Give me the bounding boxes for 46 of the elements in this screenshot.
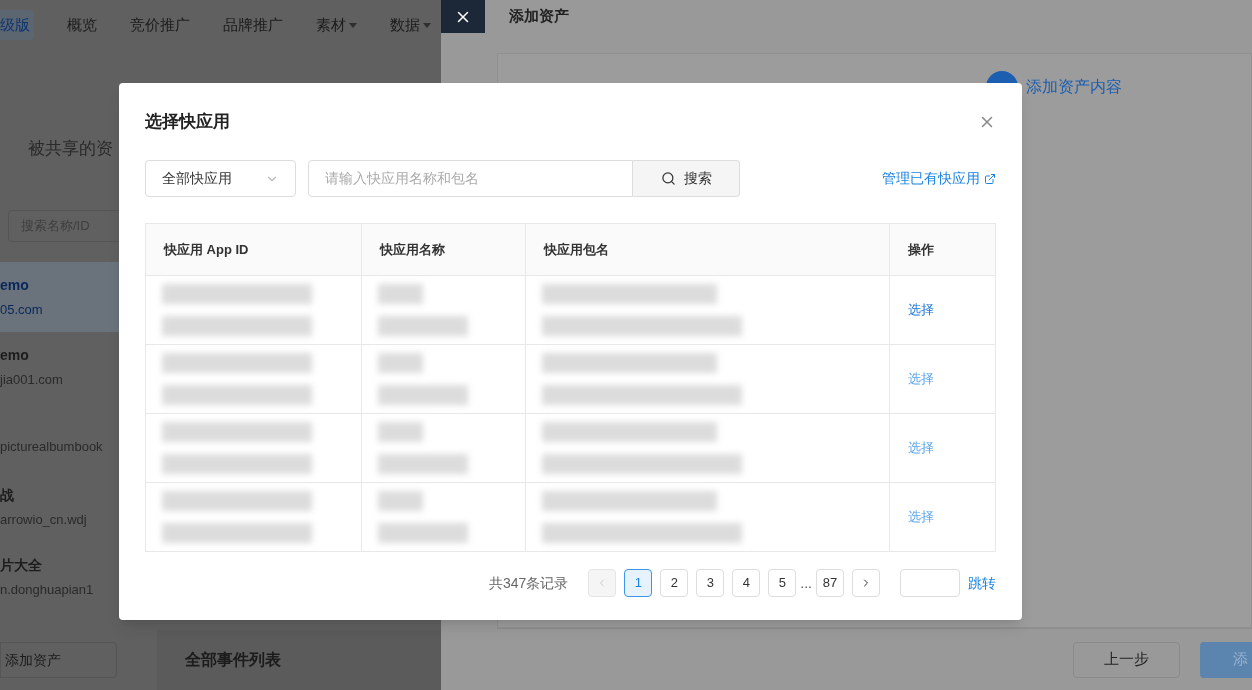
page-jump-field[interactable] [900,569,960,597]
next-page-button[interactable] [852,569,880,597]
step-title: 添加资产内容 [1026,77,1122,97]
pagination-ellipsis: ... [800,573,812,593]
select-link[interactable]: 选择 [908,369,934,389]
asset-name: emo [0,275,30,295]
asset-name: emo [0,345,30,365]
drawer-title: 添加资产 [509,6,569,27]
nav-item[interactable]: 竞价推广 [130,13,190,37]
column-header: 快应用名称 [380,240,445,259]
jump-link[interactable]: 跳转 [968,572,996,594]
caret-icon [349,22,357,28]
events-title: 全部事件列表 [185,650,281,670]
nav-item[interactable]: 概览 [67,13,97,37]
page-button[interactable]: 2 [660,569,689,597]
asset-name: 片大全 [0,555,43,575]
add-button[interactable]: 添 [1200,641,1252,678]
close-button[interactable] [441,0,485,33]
search-button[interactable]: 搜索 [633,160,740,197]
column-header: 快应用包名 [544,240,609,259]
nav-item[interactable]: 数据 [390,13,431,37]
column-header: 操作 [908,240,934,259]
page-button[interactable]: 1 [624,569,653,597]
nav-item[interactable]: 素材 [316,13,357,37]
select-link[interactable]: 选择 [908,438,934,458]
page-button[interactable]: 5 [768,569,797,597]
column-header: 快应用 App ID [164,240,249,259]
app-filter-dropdown[interactable]: 全部快应用 [145,160,296,197]
nav-item[interactable]: 品牌推广 [223,13,283,37]
edition-badge: 级版 [0,9,34,41]
page-button[interactable]: 87 [816,569,844,597]
search-icon [660,171,676,186]
caret-icon [423,22,431,28]
total-records: 共347条记录 [488,573,569,593]
external-link-icon [984,172,996,185]
asset-name: 战 [0,485,15,505]
asset-account: 05.com [0,300,44,319]
manage-apps-link[interactable]: 管理已有快应用 [882,168,996,189]
search-field[interactable]: 请输入快应用名称和包名 [308,160,633,197]
select-link[interactable]: 选择 [908,507,934,527]
page-button[interactable]: 4 [732,569,761,597]
back-button[interactable]: 上一步 [1073,641,1180,678]
select-link[interactable]: 选择 [908,300,934,320]
add-asset-button[interactable]: 添加资产 [0,642,117,678]
modal-title: 选择快应用 [145,110,230,133]
page-button[interactable]: 3 [696,569,725,597]
